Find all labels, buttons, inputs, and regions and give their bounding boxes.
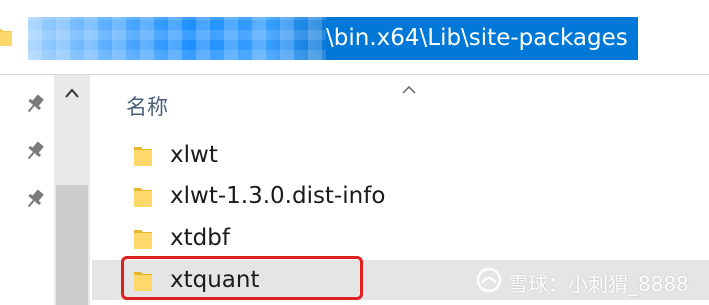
- list-item[interactable]: xlwt: [92, 135, 709, 175]
- column-header-name[interactable]: 名称: [126, 91, 168, 121]
- address-bar[interactable]: \bin.x64\Lib\site-packages: [0, 0, 709, 75]
- address-path-text: \bin.x64\Lib\site-packages: [326, 25, 628, 51]
- file-name: xlwt: [170, 142, 218, 168]
- blurred-path-segment: [28, 17, 326, 60]
- address-path-selection[interactable]: \bin.x64\Lib\site-packages: [28, 17, 638, 60]
- snowball-logo-icon: [476, 267, 502, 298]
- highlight-annotation: [121, 256, 363, 300]
- file-name: xtdbf: [170, 225, 230, 251]
- scroll-up-button[interactable]: [54, 75, 90, 109]
- list-item[interactable]: xtdbf: [92, 218, 709, 258]
- scroll-thumb[interactable]: [56, 185, 88, 305]
- pin-icon[interactable]: [24, 188, 46, 214]
- watermark-text: 雪球：小刺猬_8888: [508, 271, 689, 296]
- folder-icon: [134, 185, 152, 211]
- pin-icon[interactable]: [24, 93, 46, 119]
- folder-icon: [0, 26, 12, 50]
- folder-icon: [134, 227, 152, 253]
- file-name: xlwt-1.3.0.dist-info: [170, 183, 386, 209]
- folder-icon: [134, 144, 152, 170]
- nav-scrollbar[interactable]: [54, 75, 90, 305]
- sort-up-icon: [402, 79, 416, 98]
- watermark: 雪球：小刺猬_8888: [476, 266, 689, 298]
- pin-icon[interactable]: [24, 140, 46, 166]
- chevron-up-icon: [65, 83, 79, 102]
- list-item[interactable]: xlwt-1.3.0.dist-info: [92, 176, 709, 216]
